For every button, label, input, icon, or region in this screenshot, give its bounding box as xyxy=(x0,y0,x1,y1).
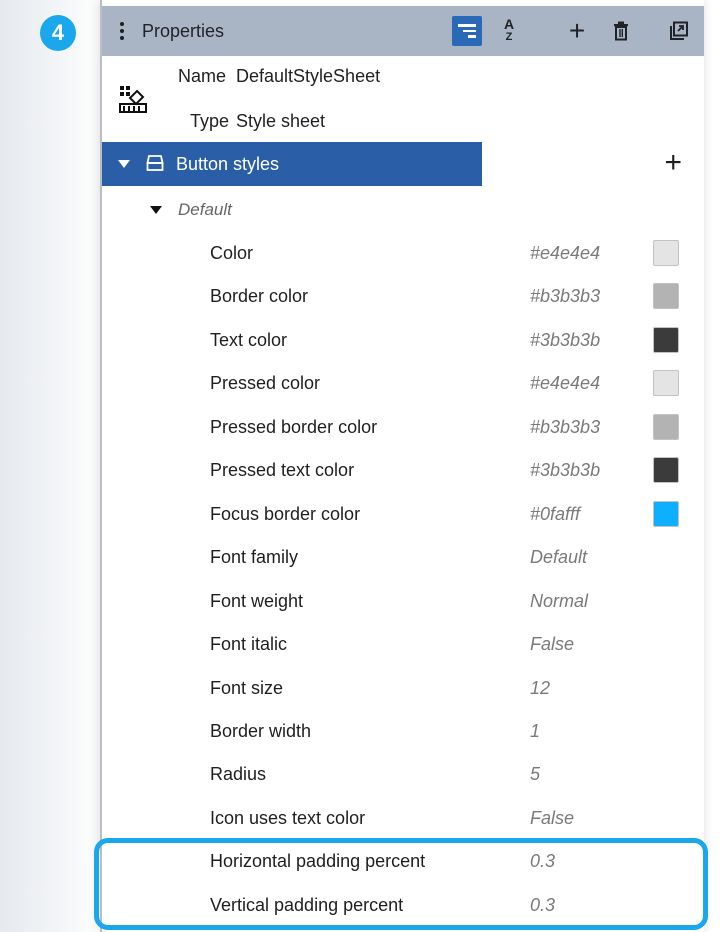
property-value[interactable]: #e4e4e4 xyxy=(530,373,600,394)
property-row[interactable]: Pressed text color #3b3b3b xyxy=(102,449,704,492)
property-value[interactable]: #e4e4e4 xyxy=(530,243,600,264)
name-label: Name xyxy=(178,66,227,86)
property-name: Color xyxy=(210,243,254,263)
color-swatch[interactable] xyxy=(653,500,679,527)
color-swatch[interactable] xyxy=(653,370,679,397)
trash-icon xyxy=(614,21,628,41)
property-name: Font italic xyxy=(210,634,288,655)
property-name: Pressed text color xyxy=(210,460,355,481)
panel-title: Properties xyxy=(142,21,225,41)
sort-az-icon: AZ xyxy=(503,16,515,43)
property-value[interactable]: Default xyxy=(530,547,587,568)
categorize-button[interactable] xyxy=(452,16,482,46)
property-row[interactable]: Pressed color #e4e4e4 xyxy=(102,362,704,405)
property-row[interactable]: Pressed border color #b3b3b3 xyxy=(102,406,704,449)
property-value[interactable]: 0.3 xyxy=(530,851,555,872)
color-swatch[interactable] xyxy=(653,413,679,440)
property-name: Pressed border color xyxy=(210,416,378,437)
property-value[interactable]: 0.3 xyxy=(530,895,555,916)
property-value[interactable]: #3b3b3b xyxy=(530,460,600,481)
property-name: Text color xyxy=(210,329,288,350)
property-row[interactable]: Font family Default xyxy=(102,536,704,579)
type-label: Type xyxy=(190,111,230,131)
property-name: Pressed color xyxy=(210,373,321,394)
popout-icon xyxy=(670,21,688,40)
subgroup-label: Default xyxy=(178,200,232,219)
property-row[interactable]: Radius 5 xyxy=(102,753,704,796)
expand-arrow-icon[interactable] xyxy=(150,206,162,214)
property-row[interactable]: Font size 12 xyxy=(102,667,704,710)
stylesheet-icon xyxy=(119,86,147,113)
property-row[interactable]: Font weight Normal xyxy=(102,580,704,623)
property-name: Font weight xyxy=(210,590,304,611)
property-name: Border color xyxy=(210,286,309,307)
name-value: DefaultStyleSheet xyxy=(236,66,381,86)
sort-alphabetical-button[interactable]: AZ xyxy=(494,16,524,46)
property-value[interactable]: #0fafff xyxy=(530,504,580,525)
color-swatch[interactable] xyxy=(653,326,679,353)
property-row[interactable]: Vertical padding percent 0.3 xyxy=(102,884,704,927)
property-name: Font size xyxy=(210,677,284,698)
step-badge: 4 xyxy=(40,15,76,51)
property-name: Radius xyxy=(210,764,267,785)
add-style-button[interactable]: + xyxy=(664,146,682,180)
properties-panel: Properties AZ + Name DefaultStyleSheet T… xyxy=(100,0,704,932)
property-name: Focus border color xyxy=(210,503,361,524)
property-name: Font family xyxy=(210,547,299,568)
properties-header: Properties AZ + xyxy=(102,6,704,56)
property-row[interactable]: Text color #3b3b3b xyxy=(102,319,704,362)
color-swatch[interactable] xyxy=(653,240,679,266)
more-options-icon[interactable] xyxy=(120,22,124,40)
property-value[interactable]: #b3b3b3 xyxy=(530,286,600,307)
property-name: Border width xyxy=(210,720,312,741)
property-name: Vertical padding percent xyxy=(210,894,404,915)
color-swatch[interactable] xyxy=(653,457,679,484)
property-value[interactable]: 1 xyxy=(530,721,540,742)
property-value[interactable]: #3b3b3b xyxy=(530,330,600,351)
property-name: Icon uses text color xyxy=(210,807,366,828)
property-row[interactable]: Border color #b3b3b3 xyxy=(102,275,704,318)
property-row[interactable]: Border width 1 xyxy=(102,710,704,753)
property-row[interactable]: Horizontal padding percent 0.3 xyxy=(102,840,704,883)
color-swatch[interactable] xyxy=(653,283,679,310)
property-name: Horizontal padding percent xyxy=(210,851,426,872)
expand-arrow-icon[interactable] xyxy=(118,160,130,168)
detach-window-button[interactable] xyxy=(664,16,694,46)
group-label: Button styles xyxy=(176,154,280,174)
add-button[interactable]: + xyxy=(562,16,592,46)
property-value[interactable]: Normal xyxy=(530,591,588,612)
group-button-styles[interactable]: Button styles xyxy=(102,142,482,186)
property-value[interactable]: 12 xyxy=(530,678,550,699)
property-value[interactable]: False xyxy=(530,808,574,829)
property-row[interactable]: Icon uses text color False xyxy=(102,797,704,840)
property-row[interactable]: Focus border color #0fafff xyxy=(102,493,704,536)
plus-icon: + xyxy=(568,15,586,46)
property-value[interactable]: 5 xyxy=(530,764,540,785)
button-style-icon xyxy=(146,155,164,171)
type-value: Style sheet xyxy=(236,111,326,131)
subgroup-default[interactable]: Default xyxy=(102,190,704,230)
sort-lines-icon xyxy=(458,21,476,41)
property-row[interactable]: Color #e4e4e4 xyxy=(102,232,704,275)
property-value[interactable]: False xyxy=(530,634,574,655)
delete-button[interactable] xyxy=(606,16,636,46)
property-row[interactable]: Font italic False xyxy=(102,623,704,666)
property-value[interactable]: #b3b3b3 xyxy=(530,417,600,438)
